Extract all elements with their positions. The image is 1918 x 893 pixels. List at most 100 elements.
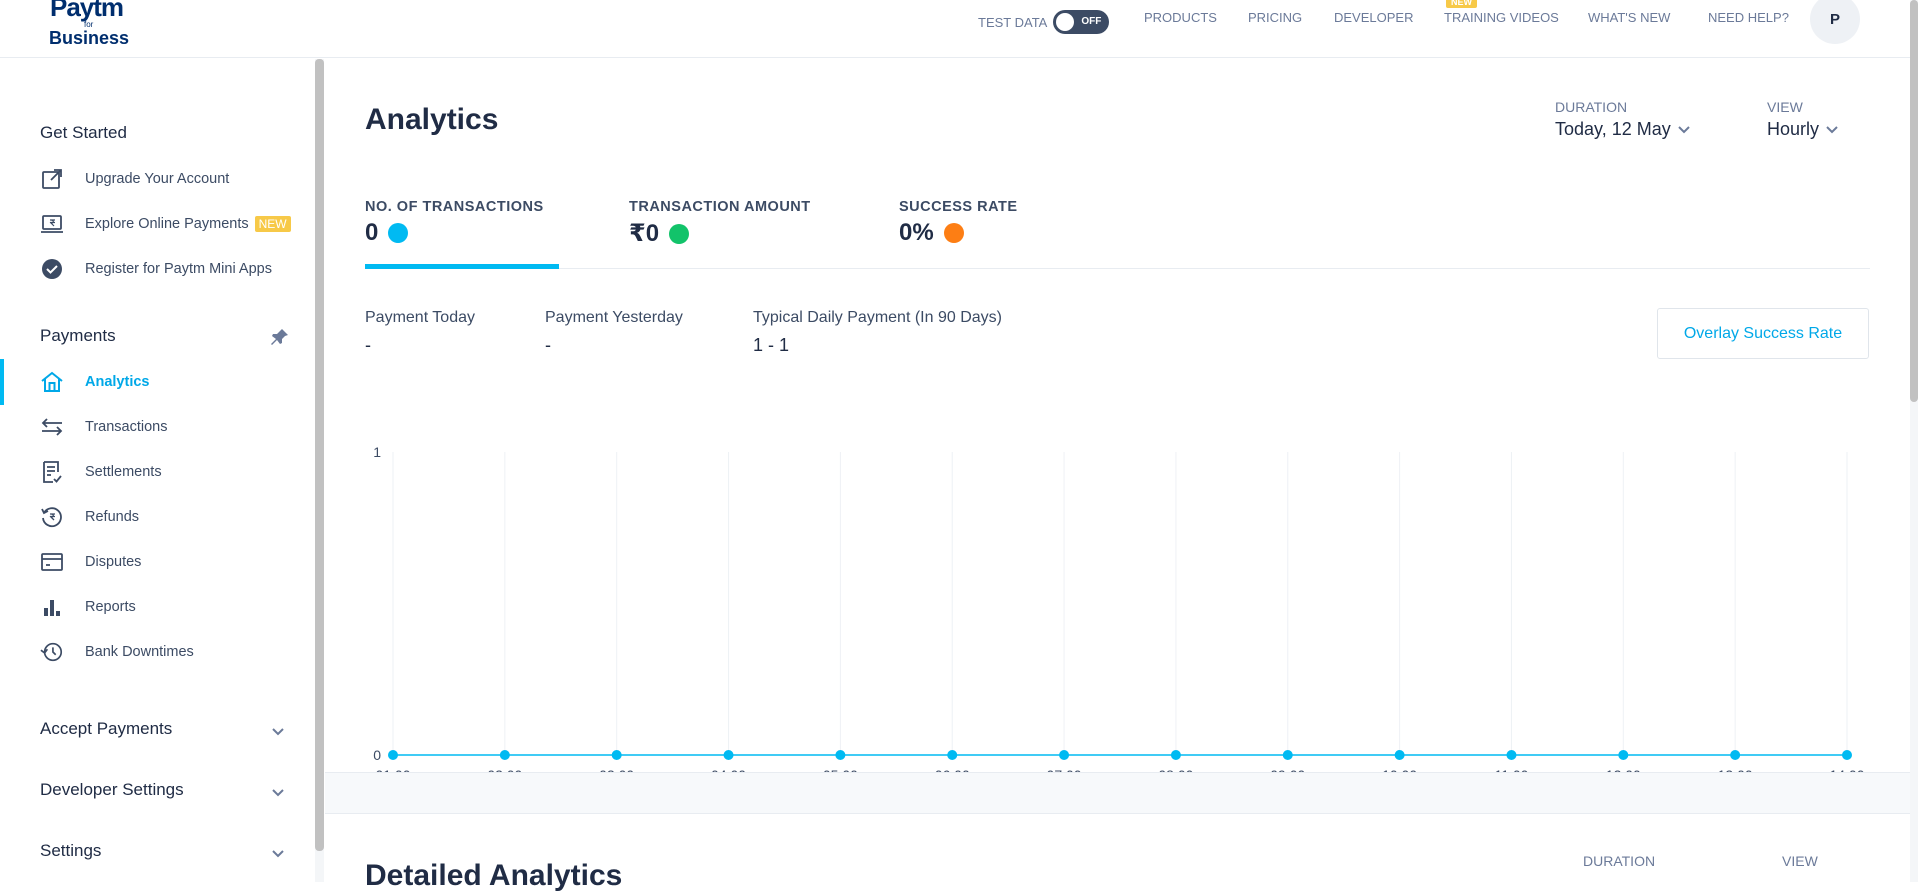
sidebar-item-upgrade-account[interactable]: Upgrade Your Account: [0, 162, 300, 196]
sidebar-item-label: Upgrade Your Account: [85, 171, 230, 187]
series-dot: [669, 223, 690, 244]
chevron-down-icon: [1826, 125, 1838, 133]
data-point: [1170, 750, 1181, 760]
sidebar-item-label: Register for Paytm Mini Apps: [85, 261, 272, 277]
section-settings[interactable]: Settings: [40, 841, 101, 861]
view-dropdown[interactable]: VIEW Hourly: [1767, 99, 1839, 140]
nav-whats-new[interactable]: WHAT'S NEW: [1588, 10, 1670, 25]
home-icon: [40, 370, 64, 394]
card-icon: [40, 550, 64, 574]
sidebar-item-transactions[interactable]: Transactions: [0, 410, 300, 444]
chevron-down-icon[interactable]: [270, 785, 286, 801]
detail-duration-caption[interactable]: DURATION: [1583, 853, 1655, 869]
sidebar-item-label: Disputes: [85, 554, 142, 570]
section-gap: [325, 773, 1910, 813]
section-developer-settings[interactable]: Developer Settings: [40, 780, 184, 800]
nav-training-videos[interactable]: TRAINING VIDEOS: [1444, 10, 1559, 25]
check-circle-icon: [40, 257, 64, 281]
sidebar-item-refunds[interactable]: Refunds: [0, 500, 300, 534]
duration-caption: DURATION: [1555, 99, 1628, 115]
tab-value: ₹0: [629, 220, 660, 247]
laptop-rupee-icon: [40, 212, 64, 236]
history-icon: [40, 640, 64, 664]
metric-tabs: NO. OF TRANSACTIONS 0 TRANSACTION AMOUNT…: [365, 199, 1870, 269]
data-point: [1506, 750, 1517, 760]
page-scrollbar[interactable]: [1910, 0, 1918, 882]
page-title: Analytics: [365, 103, 499, 136]
chevron-down-icon: [1678, 125, 1690, 133]
sidebar-item-register-mini-apps[interactable]: Register for Paytm Mini Apps: [0, 252, 300, 286]
data-point: [388, 750, 398, 760]
toggle-knob: [1056, 13, 1075, 31]
document-check-icon: [40, 460, 64, 484]
sidebar-item-label: Bank Downtimes: [85, 644, 194, 660]
data-point: [835, 750, 846, 760]
transactions-chart: 0101:0002:0003:0004:0005:0006:0007:0008:…: [373, 444, 1865, 783]
sidebar-item-bank-downtimes[interactable]: Bank Downtimes: [0, 635, 300, 669]
sidebar-item-disputes[interactable]: Disputes: [0, 545, 300, 579]
sidebar-item-reports[interactable]: Reports: [0, 590, 300, 624]
test-data-toggle[interactable]: OFF: [1053, 10, 1110, 34]
sidebar-scrollbar[interactable]: [315, 59, 324, 882]
pin-icon[interactable]: [270, 327, 290, 352]
sidebar-item-label: Settlements: [85, 464, 162, 480]
sidebar-item-label: Analytics: [85, 374, 150, 390]
test-data-control: TEST DATA OFF: [978, 10, 1110, 34]
nav-pricing[interactable]: PRICING: [1248, 10, 1302, 25]
sidebar-item-explore-online-payments[interactable]: Explore Online Payments NEW: [0, 207, 300, 241]
nav-developer[interactable]: DEVELOPER: [1334, 10, 1413, 25]
detail-view-caption[interactable]: VIEW: [1782, 853, 1818, 869]
view-value: Hourly: [1767, 119, 1820, 139]
stat-payment-yesterday: Payment Yesterday -: [545, 309, 683, 356]
toggle-state: OFF: [1081, 16, 1102, 27]
data-point: [1282, 750, 1293, 760]
stat-label: Payment Today: [365, 309, 475, 326]
nav-products[interactable]: PRODUCTS: [1144, 10, 1217, 25]
sidebar: Get Started Upgrade Your Account Explore…: [0, 59, 315, 882]
data-point: [1842, 750, 1852, 760]
user-avatar[interactable]: P: [1810, 0, 1860, 44]
stat-value: 1 - 1: [753, 335, 790, 355]
section-payments: Payments: [40, 326, 116, 345]
chevron-down-icon[interactable]: [270, 724, 286, 740]
arrows-swap-icon: [40, 415, 64, 439]
page-scrollbar-thumb[interactable]: [1910, 0, 1918, 402]
stat-value: -: [365, 335, 371, 355]
refund-icon: [40, 505, 64, 529]
new-badge: NEW: [254, 216, 291, 232]
data-point: [1394, 750, 1405, 760]
series-dot: [943, 223, 964, 243]
data-point: [1618, 750, 1629, 760]
data-point: [611, 750, 622, 760]
sidebar-scrollbar-thumb[interactable]: [315, 59, 324, 851]
sidebar-item-analytics[interactable]: Analytics: [0, 365, 300, 399]
tab-label: TRANSACTION AMOUNT: [629, 199, 811, 215]
tab-value: 0%: [899, 219, 934, 246]
logo-business: Business: [49, 28, 130, 48]
external-link-icon: [40, 167, 64, 191]
section-accept-payments[interactable]: Accept Payments: [40, 719, 172, 739]
chevron-down-icon[interactable]: [270, 846, 286, 862]
sidebar-item-label: Transactions: [85, 419, 168, 435]
main-content: Analytics DURATION Today, 12 May VIEW Ho…: [325, 59, 1910, 892]
tab-transaction-amount[interactable]: TRANSACTION AMOUNT ₹0: [629, 199, 811, 248]
tab-success-rate[interactable]: SUCCESS RATE 0%: [899, 199, 1018, 247]
section-get-started: Get Started: [40, 123, 127, 142]
view-caption: VIEW: [1767, 99, 1803, 115]
nav-need-help[interactable]: NEED HELP?: [1708, 10, 1789, 25]
duration-value: Today, 12 May: [1555, 119, 1671, 139]
sidebar-item-settlements[interactable]: Settlements: [0, 455, 300, 489]
data-point: [723, 750, 734, 760]
sidebar-item-label: Refunds: [85, 509, 140, 525]
stat-label: Typical Daily Payment (In 90 Days): [753, 309, 1002, 326]
data-point: [1730, 750, 1741, 760]
tab-no-of-transactions[interactable]: NO. OF TRANSACTIONS 0: [365, 199, 544, 247]
duration-dropdown[interactable]: DURATION Today, 12 May: [1555, 99, 1691, 140]
series-dot: [388, 223, 409, 243]
stat-value: -: [545, 335, 551, 355]
overlay-success-rate-button[interactable]: Overlay Success Rate: [1657, 308, 1869, 359]
tab-label: SUCCESS RATE: [899, 199, 1018, 215]
top-bar: Paytm for Business TEST DATA OFF PRODUCT…: [0, 0, 1918, 58]
data-point: [499, 750, 510, 760]
paytm-business-logo[interactable]: Paytm for Business: [48, 0, 133, 50]
